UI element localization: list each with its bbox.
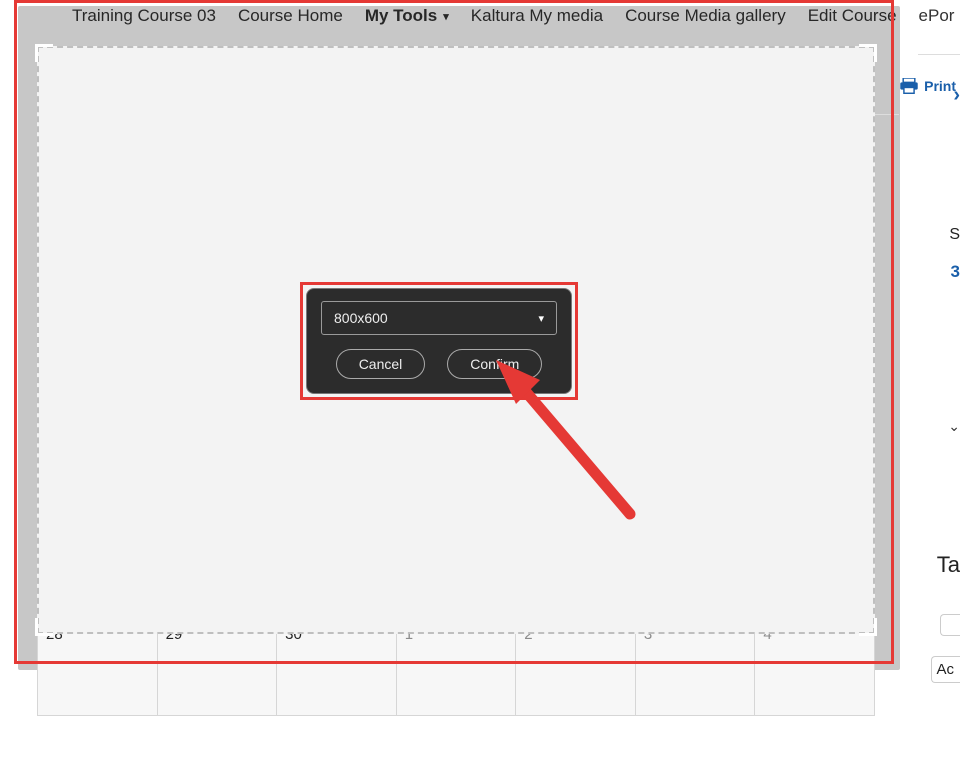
sidebar-tasks-heading-clip: Ta xyxy=(937,552,960,578)
cancel-button[interactable]: Cancel xyxy=(336,349,426,379)
chevron-down-icon[interactable]: ⌄ xyxy=(948,418,960,435)
crop-corner-tr xyxy=(859,44,877,62)
crop-corner-bl xyxy=(35,618,53,636)
resolution-select[interactable]: 800x600 ▾ xyxy=(321,301,557,335)
sidebar-heading-clip: S xyxy=(949,226,960,244)
confirm-button[interactable]: Confirm xyxy=(447,349,542,379)
chevron-down-icon: ▾ xyxy=(538,312,544,325)
dialog-buttons: Cancel Confirm xyxy=(321,349,557,379)
sidebar-action-clip[interactable]: Ac xyxy=(931,656,960,683)
crop-corner-tl xyxy=(35,44,53,62)
resolution-dialog: 800x600 ▾ Cancel Confirm xyxy=(306,288,572,394)
print-label: Print xyxy=(924,78,956,94)
chevron-right-icon[interactable]: › xyxy=(953,84,960,107)
sidebar-input-clip[interactable] xyxy=(940,614,960,636)
crop-corner-br xyxy=(859,618,877,636)
resolution-select-value: 800x600 xyxy=(334,310,388,326)
sidebar-number-clip[interactable]: 3 xyxy=(951,262,960,282)
divider xyxy=(918,54,960,55)
nav-eportfolio[interactable]: ePor xyxy=(919,6,955,26)
print-icon xyxy=(900,78,918,94)
print-link[interactable]: Print xyxy=(900,78,956,94)
